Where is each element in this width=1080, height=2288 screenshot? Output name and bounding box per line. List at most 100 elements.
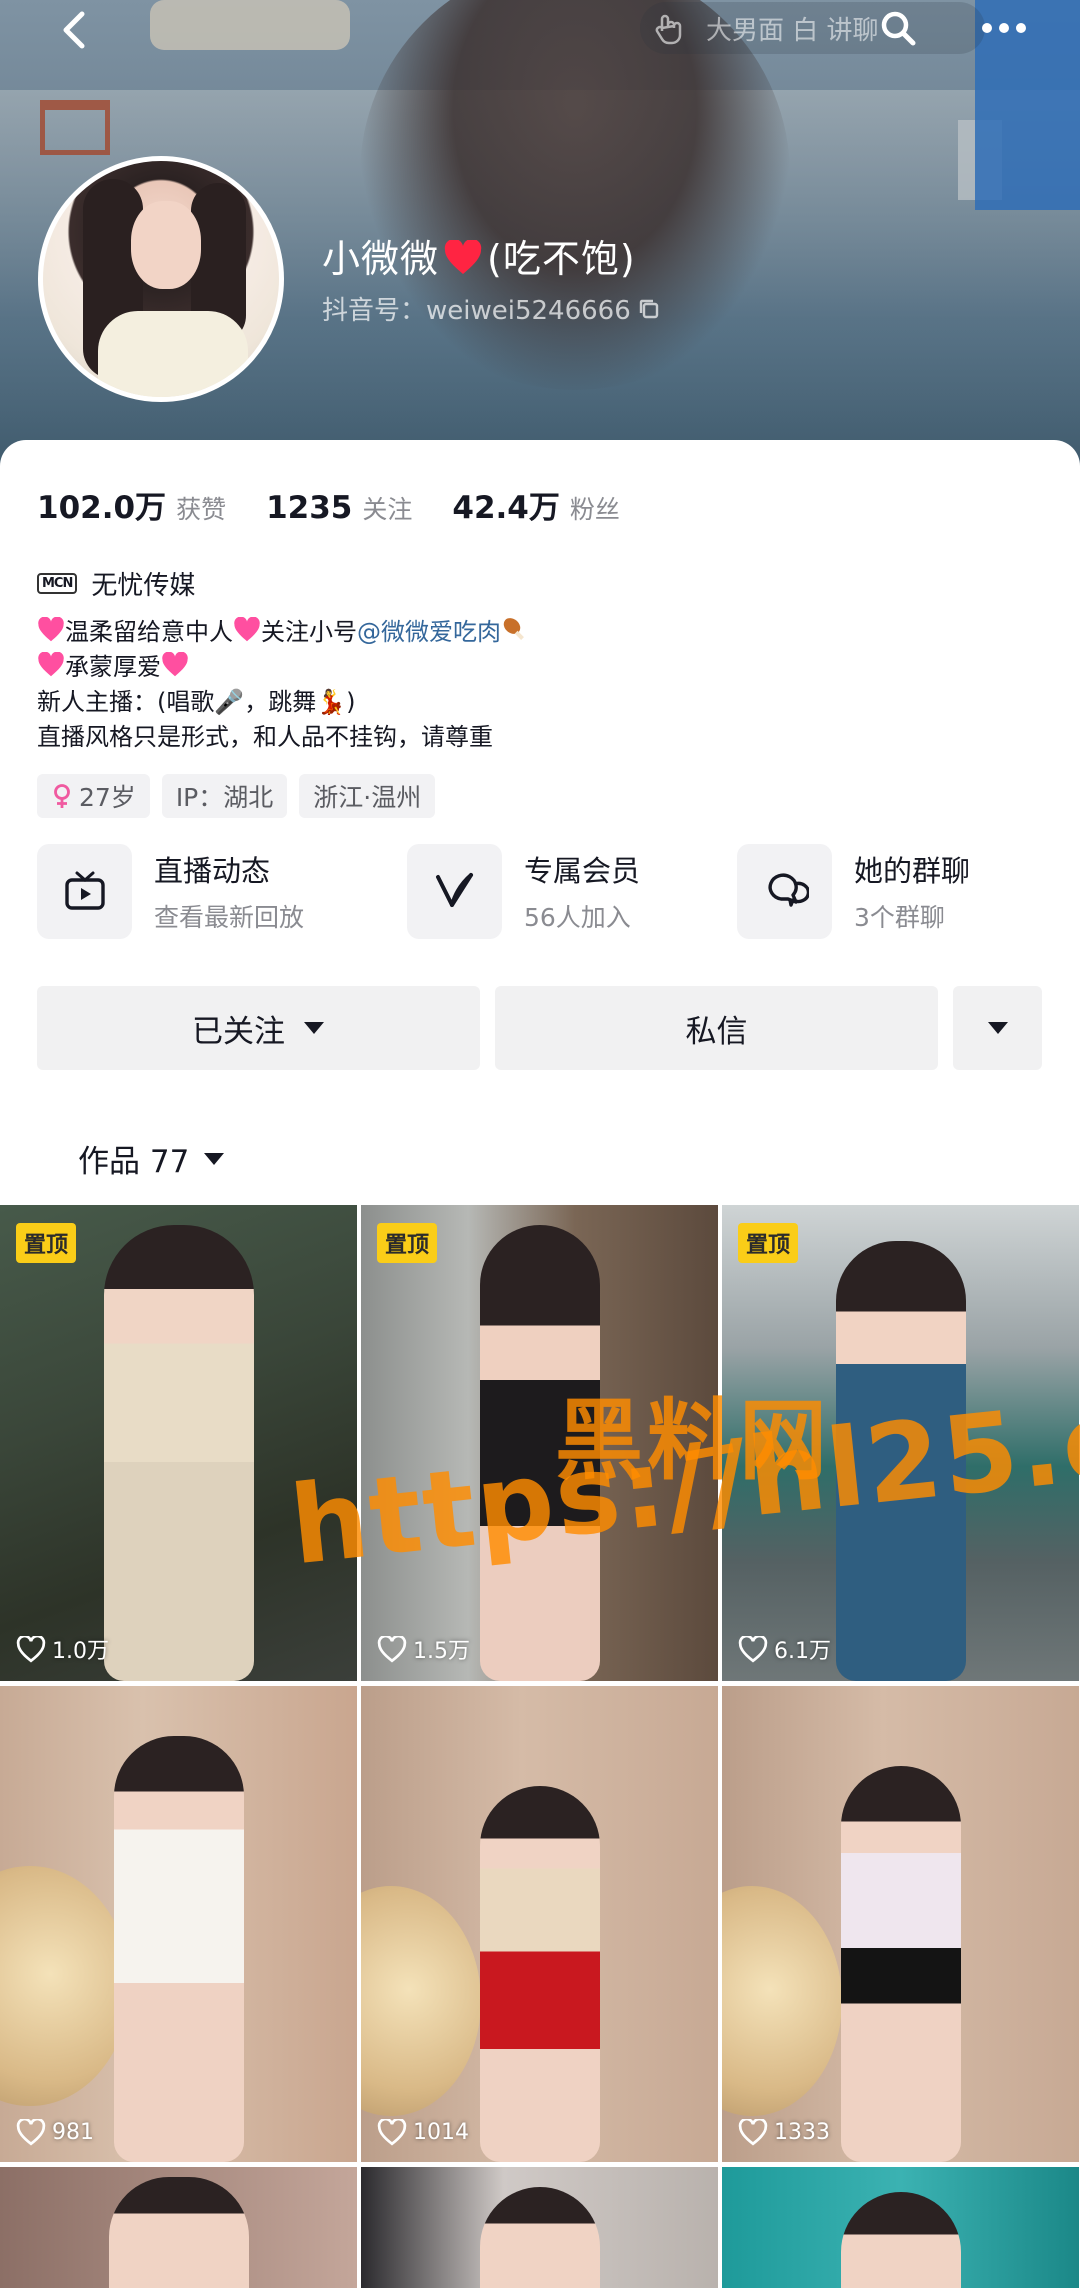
likes-count: 1.5万 [413,1639,470,1664]
video-likes: 1014 [377,2119,469,2146]
video-thumbnail[interactable]: 981 [0,1686,357,2162]
tags-row: 27岁 IP：湖北 浙江·温州 [37,774,436,818]
video-thumbnail[interactable]: 1014 [361,1686,718,2162]
bio-line-3: 新人主播：(唱歌🎤，跳舞💃) [37,688,356,716]
feature-group-chats[interactable]: 她的群聊 3个群聊 [737,842,970,940]
nickname: 小微微 (吃不饱) [322,228,636,283]
bio-line-2: 承蒙厚爱 [37,650,1037,685]
more-icon[interactable] [972,0,1036,56]
tag-text: IP：湖北 [175,783,274,812]
tag-ip: IP：湖北 [161,774,288,818]
video-thumbnail[interactable] [722,2167,1079,2288]
likes-count: 981 [52,2120,94,2145]
feature-subtitle: 3个群聊 [854,903,945,932]
feature-title: 直播动态 [154,854,271,888]
pinned-badge: 置顶 [738,1223,799,1263]
stat-likes[interactable]: 102.0万 获赞 [37,482,226,527]
feature-subtitle: 查看最新回放 [154,903,305,932]
pink-heart-icon [234,617,260,642]
bio-line-1: 温柔留给意中人 关注小号@微微爱吃肉 [37,615,1037,650]
likes-count: 1014 [413,2120,469,2145]
heart-outline-icon [16,2119,46,2146]
female-icon [54,784,70,808]
caret-down-icon [987,1022,1008,1034]
likes-count: 6.1万 [774,1639,831,1664]
bio-mention-link[interactable]: @微微爱吃肉 [357,618,501,646]
feature-membership[interactable]: 专属会员 56人加入 [407,842,640,940]
action-buttons: 已关注 私信 [37,986,1042,1070]
video-likes: 1333 [738,2119,830,2146]
likes-count: 1333 [774,2120,830,2145]
heart-outline-icon [738,1635,768,1662]
tag-age: 27岁 [37,774,150,818]
video-grid: 置顶 1.0万 置顶 1.5万 置顶 6.1万 981 1014 1333 [0,1205,1080,2288]
caret-down-icon [204,1152,225,1165]
video-thumbnail[interactable]: 1333 [722,1686,1079,2162]
stat-label: 粉丝 [569,495,620,524]
top-bar: 大男面 白 讲聊 [0,0,1080,60]
bio-text: 关注小号 [261,618,357,646]
caret-down-icon [304,1022,324,1034]
stats-row: 102.0万 获赞 1235 关注 42.4万 粉丝 [37,482,660,527]
avatar[interactable] [38,156,284,402]
drumstick-icon [503,618,524,640]
video-thumbnail[interactable] [361,2167,718,2288]
bio-text: 温柔留给意中人 [65,618,233,646]
followed-label: 已关注 [192,1013,285,1050]
video-thumbnail[interactable]: 置顶 1.0万 [0,1205,357,1681]
back-icon[interactable] [50,5,100,55]
video-thumbnail[interactable]: 置顶 1.5万 [361,1205,718,1681]
nickname-suffix: (吃不饱) [487,237,636,281]
tag-text: 浙江·温州 [313,783,422,812]
nickname-text: 小微微 [322,237,440,281]
more-actions-button[interactable] [953,986,1042,1070]
video-likes: 1.0万 [16,1633,109,1665]
mcn-agency[interactable]: MCN 无忧传媒 [37,565,195,602]
stat-value: 42.4万 [452,490,560,526]
video-likes: 981 [16,2119,94,2146]
stat-label: 关注 [362,495,413,524]
pinned-badge: 置顶 [377,1223,438,1263]
video-likes: 1.5万 [377,1633,470,1665]
pink-heart-icon [38,617,64,642]
features-row: 直播动态 查看最新回放 专属会员 56人加入 她的群聊 3个群聊 [37,842,1047,942]
feature-subtitle: 56人加入 [524,903,631,932]
message-label: 私信 [685,1013,748,1050]
feature-title: 专属会员 [524,854,641,888]
stat-value: 102.0万 [37,490,167,526]
chat-icon [737,843,832,939]
bio-text: 承蒙厚爱 [65,653,161,681]
stat-followers[interactable]: 42.4万 粉丝 [452,482,620,527]
followed-button[interactable]: 已关注 [37,986,480,1070]
video-likes: 6.1万 [738,1633,831,1665]
copy-icon[interactable] [637,297,661,321]
douyin-id[interactable]: 抖音号：weiwei5246666 [322,290,661,327]
profile-page: { "header": { "search_placeholder": "大男面… [0,0,1080,2288]
search-icon[interactable] [870,0,926,56]
bio-line-4: 直播风格只是形式，和人品不挂钩，请尊重 [37,723,493,751]
stat-value: 1235 [266,490,353,526]
video-thumbnail[interactable]: 置顶 6.1万 [722,1205,1079,1681]
works-tab-label: 作品 77 [78,1144,190,1180]
likes-count: 1.0万 [52,1639,109,1664]
feature-live-updates[interactable]: 直播动态 查看最新回放 [37,842,304,940]
tag-text: 27岁 [79,783,136,812]
pink-heart-icon [38,652,64,677]
heart-outline-icon [377,1635,407,1662]
red-heart-icon [444,240,482,274]
video-thumbnail[interactable] [0,2167,357,2288]
mcn-badge-icon: MCN [37,573,78,594]
hand-pointer-icon [655,14,682,45]
pinned-badge: 置顶 [16,1223,77,1263]
heart-outline-icon [377,2119,407,2146]
feature-title: 她的群聊 [854,854,971,888]
message-button[interactable]: 私信 [495,986,938,1070]
douyin-id-text: 抖音号：weiwei5246666 [322,296,631,326]
stat-following[interactable]: 1235 关注 [266,490,412,526]
stat-label: 获赞 [176,495,227,524]
search-bar[interactable]: 大男面 白 讲聊 [640,2,985,54]
tab-works[interactable]: 作品 77 [78,1136,225,1181]
heart-outline-icon [16,1635,46,1662]
bio: 温柔留给意中人 关注小号@微微爱吃肉 承蒙厚爱 新人主播：(唱歌🎤，跳舞💃) 直播… [37,615,1037,755]
tag-location[interactable]: 浙江·温州 [299,774,436,818]
